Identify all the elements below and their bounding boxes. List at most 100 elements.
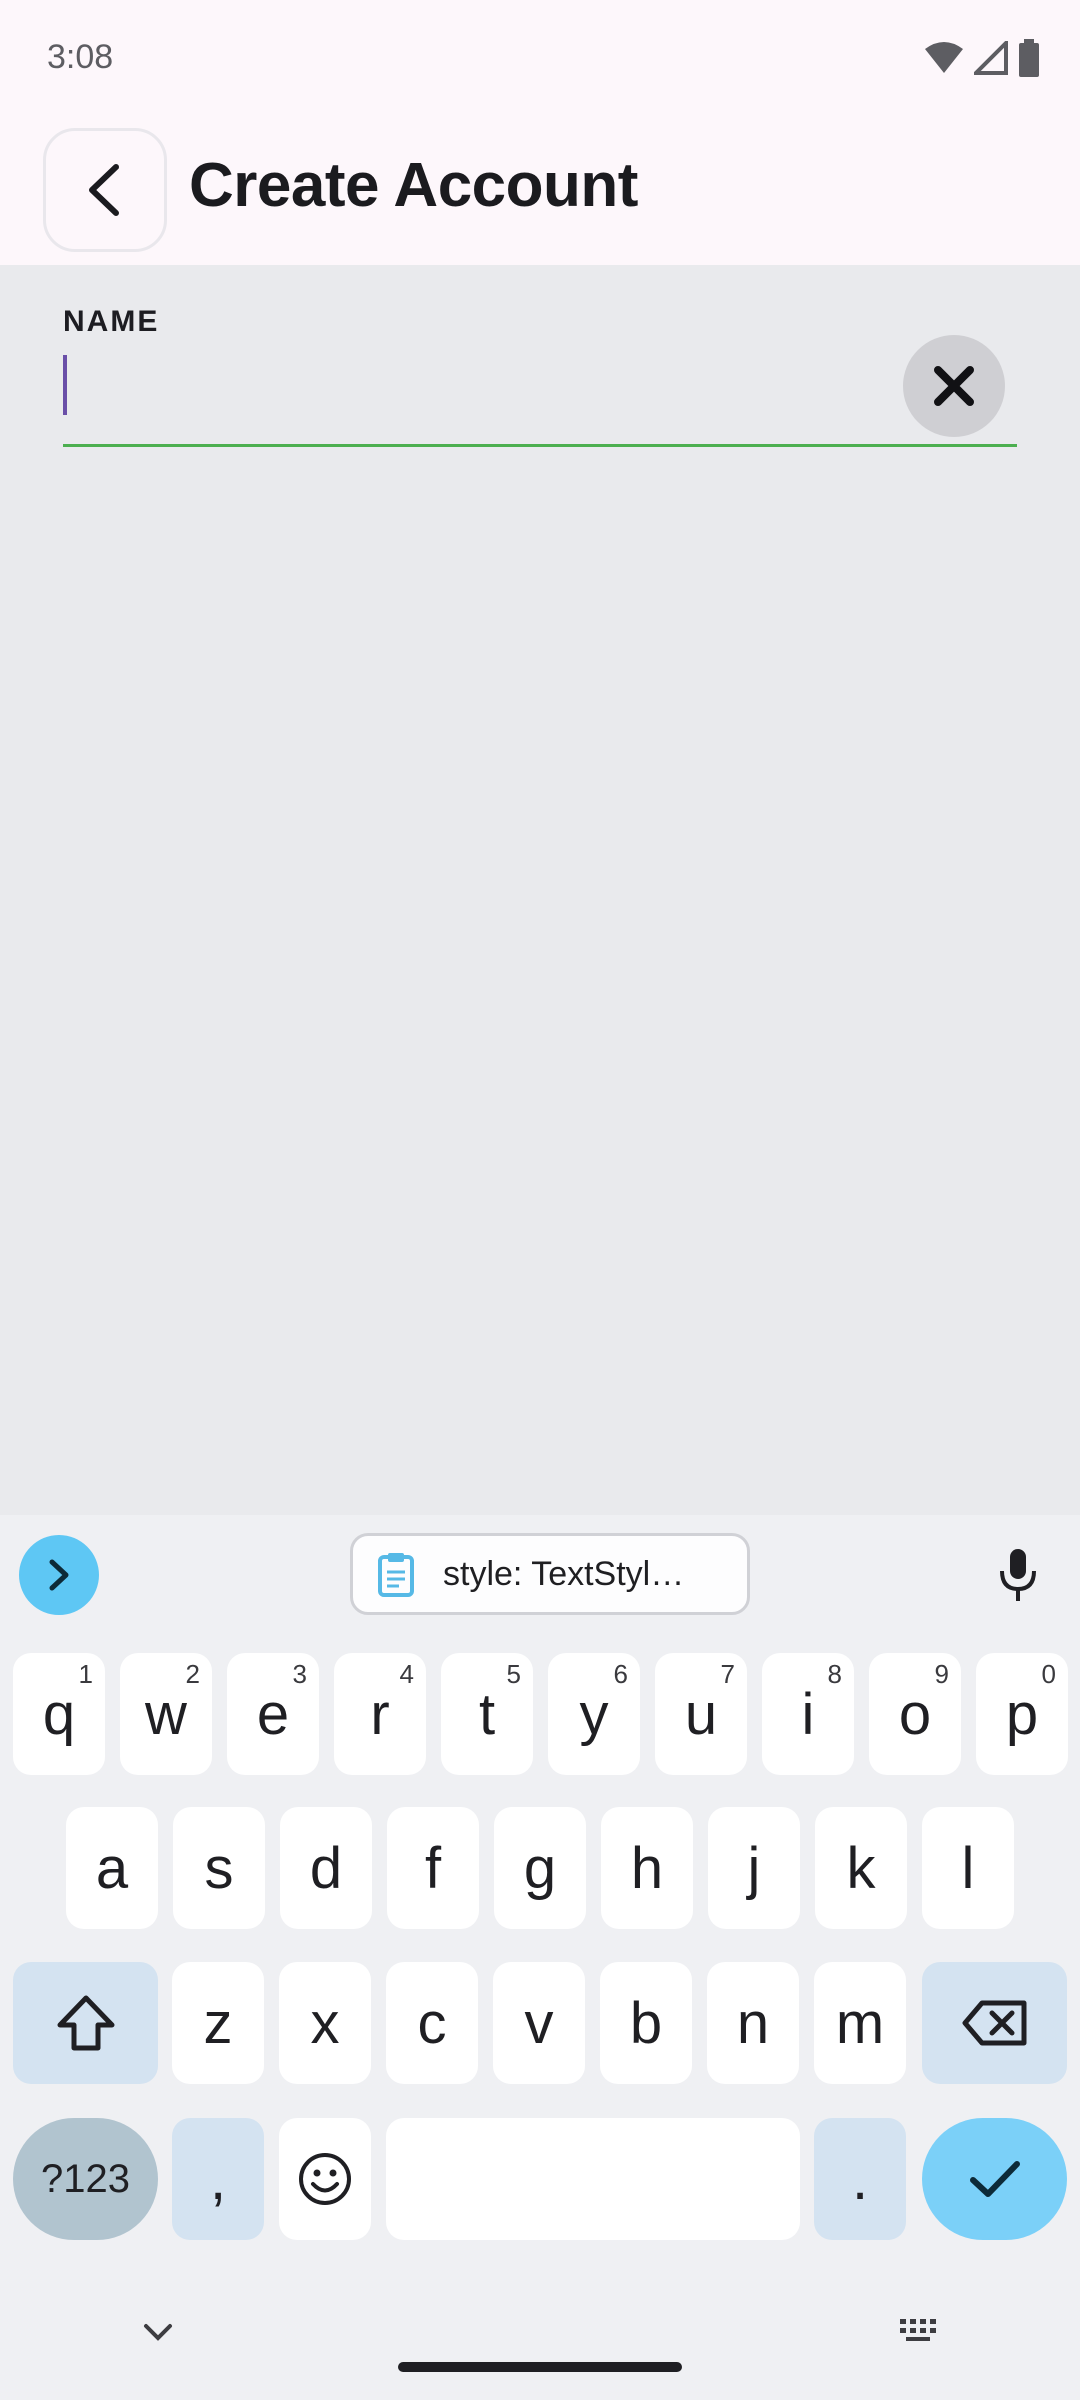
key-b-label: b [629, 1990, 663, 2056]
chevron-right-icon [49, 1559, 69, 1591]
name-label: NAME [63, 305, 160, 338]
key-q-hint: 1 [78, 1659, 93, 1689]
key-i[interactable]: i8 [762, 1653, 854, 1775]
symbols-key-label: ?123 [41, 2156, 130, 2201]
key-u-hint: 7 [720, 1659, 735, 1689]
key-g-label: g [523, 1835, 557, 1901]
page-title: Create Account [189, 151, 638, 220]
shift-key[interactable] [13, 1962, 158, 2084]
chevron-left-icon [89, 164, 119, 216]
key-y[interactable]: y6 [548, 1653, 640, 1775]
key-f-label: f [424, 1835, 442, 1901]
mic-icon [1000, 1549, 1036, 1601]
enter-key[interactable] [922, 2118, 1067, 2240]
clear-button[interactable] [903, 335, 1005, 437]
key-k[interactable]: k [815, 1807, 907, 1929]
form-content: NAME [0, 265, 1080, 1515]
key-i-hint: 8 [827, 1659, 842, 1689]
key-l[interactable]: l [922, 1807, 1014, 1929]
name-input[interactable] [63, 345, 1017, 447]
key-s-label: s [204, 1835, 234, 1901]
key-p[interactable]: p0 [976, 1653, 1068, 1775]
text-cursor [63, 355, 67, 415]
key-t[interactable]: t5 [441, 1653, 533, 1775]
key-m[interactable]: m [814, 1962, 906, 2084]
key-p-label: p [1005, 1681, 1039, 1747]
key-f[interactable]: f [387, 1807, 479, 1929]
key-d-label: d [309, 1835, 343, 1901]
space-key[interactable] [386, 2118, 800, 2240]
key-v[interactable]: v [493, 1962, 585, 2084]
key-w-hint: 2 [185, 1659, 200, 1689]
key-h[interactable]: h [601, 1807, 693, 1929]
key-s[interactable]: s [173, 1807, 265, 1929]
clipboard-icon [378, 1553, 414, 1597]
symbols-key[interactable]: ?123 [13, 2118, 158, 2240]
mic-button[interactable] [990, 1543, 1046, 1607]
suggestion-strip: style: TextStyl… [0, 1515, 1080, 1633]
shift-icon [57, 1995, 114, 2051]
key-v-label: v [524, 1990, 554, 2056]
key-i-label: i [801, 1681, 815, 1747]
keyboard-expand-button[interactable] [19, 1535, 99, 1615]
key-j[interactable]: j [708, 1807, 800, 1929]
key-r-label: r [370, 1681, 390, 1747]
key-u[interactable]: u7 [655, 1653, 747, 1775]
wifi-icon [925, 42, 963, 73]
clipboard-text: style: TextStyl… [443, 1554, 685, 1593]
checkmark-icon [969, 2161, 1020, 2197]
key-q-label: q [42, 1681, 76, 1747]
emoji-key[interactable] [279, 2118, 371, 2240]
key-m-label: m [835, 1990, 885, 2056]
key-b[interactable]: b [600, 1962, 692, 2084]
app-bar: Create Account [0, 120, 1080, 265]
key-n[interactable]: n [707, 1962, 799, 2084]
key-p-hint: 0 [1041, 1659, 1056, 1689]
key-e[interactable]: e3 [227, 1653, 319, 1775]
key-w[interactable]: w2 [120, 1653, 212, 1775]
key-r[interactable]: r4 [334, 1653, 426, 1775]
key-y-hint: 6 [613, 1659, 628, 1689]
key-d[interactable]: d [280, 1807, 372, 1929]
key-o[interactable]: o9 [869, 1653, 961, 1775]
key-t-label: t [478, 1681, 496, 1747]
key-x[interactable]: x [279, 1962, 371, 2084]
status-icons [924, 38, 1040, 78]
home-gesture-bar[interactable] [398, 2362, 682, 2372]
keyboard-switch-icon[interactable] [898, 2315, 944, 2345]
key-z-label: z [203, 1990, 233, 2056]
key-a-label: a [95, 1835, 129, 1901]
key-j-label: j [747, 1835, 761, 1901]
battery-icon [1019, 39, 1039, 77]
key-period[interactable]: . [814, 2118, 906, 2240]
key-t-hint: 5 [506, 1659, 521, 1689]
key-g[interactable]: g [494, 1807, 586, 1929]
key-e-label: e [256, 1681, 290, 1747]
key-period-label: . [851, 2146, 869, 2212]
key-comma-label: , [209, 2146, 227, 2212]
key-a[interactable]: a [66, 1807, 158, 1929]
clipboard-suggestion[interactable]: style: TextStyl… [350, 1533, 750, 1615]
soft-keyboard: style: TextStyl… q1w2e3r4t5y6u7i8o9p0asd… [0, 1515, 1080, 2400]
key-x-label: x [310, 1990, 340, 2056]
key-u-label: u [684, 1681, 718, 1747]
keyboard-hide-icon[interactable] [140, 2320, 176, 2344]
key-c-label: c [417, 1990, 447, 2056]
key-k-label: k [846, 1835, 876, 1901]
close-icon [934, 366, 974, 406]
key-w-label: w [145, 1681, 187, 1747]
key-z[interactable]: z [172, 1962, 264, 2084]
status-bar: 3:08 [0, 0, 1080, 120]
backspace-key[interactable] [922, 1962, 1067, 2084]
backspace-icon [962, 2000, 1026, 2046]
back-button[interactable] [43, 128, 167, 252]
key-comma[interactable]: , [172, 2118, 264, 2240]
key-y-label: y [579, 1681, 609, 1747]
emoji-icon [299, 2153, 351, 2205]
key-c[interactable]: c [386, 1962, 478, 2084]
key-n-label: n [736, 1990, 770, 2056]
key-h-label: h [630, 1835, 664, 1901]
key-o-hint: 9 [934, 1659, 949, 1689]
status-time: 3:08 [47, 38, 114, 76]
key-q[interactable]: q1 [13, 1653, 105, 1775]
